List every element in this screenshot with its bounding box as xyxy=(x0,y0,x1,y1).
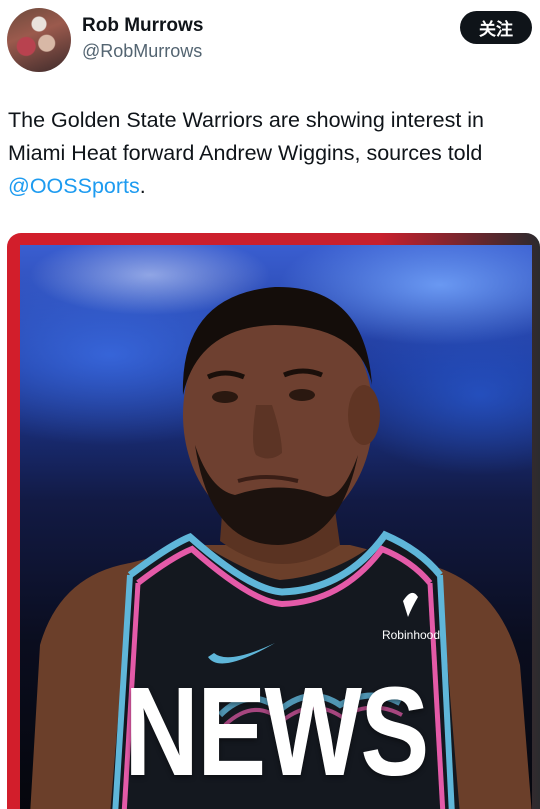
avatar[interactable] xyxy=(7,8,71,72)
tweet-text-end: . xyxy=(139,174,146,198)
mention-link[interactable]: @OOSSports xyxy=(8,174,140,198)
follow-button[interactable]: 关注 xyxy=(460,11,532,44)
tweet-media[interactable]: Robinhood NEWS xyxy=(7,233,540,809)
player-photo: Robinhood NEWS xyxy=(20,245,532,809)
jersey-sponsor-text: Robinhood xyxy=(382,628,440,642)
author-handle[interactable]: @RobMurrows xyxy=(82,41,202,62)
tweet-header: Rob Murrows @RobMurrows 关注 xyxy=(0,0,540,84)
news-overlay-text: NEWS xyxy=(124,661,429,802)
tweet-text-body: The Golden State Warriors are showing in… xyxy=(8,108,485,165)
tweet-text: The Golden State Warriors are showing in… xyxy=(8,104,536,203)
author-name[interactable]: Rob Murrows xyxy=(82,15,203,37)
